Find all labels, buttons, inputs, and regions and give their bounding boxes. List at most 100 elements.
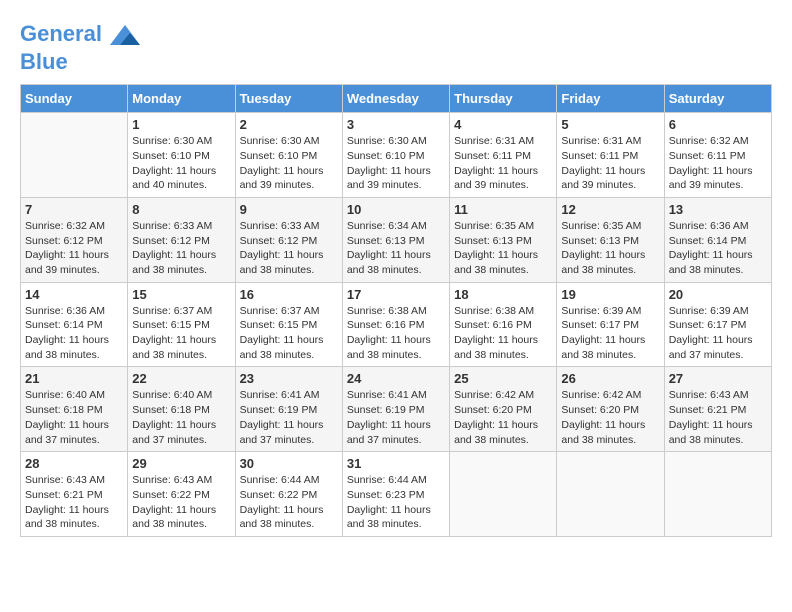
- day-info: Sunrise: 6:33 AM Sunset: 6:12 PM Dayligh…: [132, 219, 230, 278]
- day-cell: 11 Sunrise: 6:35 AM Sunset: 6:13 PM Dayli…: [450, 197, 557, 282]
- day-number: 3: [347, 117, 445, 132]
- day-cell: 20Sunrise: 6:39 AM Sunset: 6:17 PM Dayli…: [664, 282, 771, 367]
- day-cell: 3 Sunrise: 6:30 AM Sunset: 6:10 PM Daylig…: [342, 113, 449, 198]
- day-number: 10: [347, 202, 445, 217]
- logo-blue: Blue: [20, 50, 140, 74]
- day-number: 4: [454, 117, 552, 132]
- page-header: General Blue: [20, 20, 772, 74]
- day-info: Sunrise: 6:41 AM Sunset: 6:19 PM Dayligh…: [347, 388, 445, 447]
- week-row-1: 1 Sunrise: 6:30 AM Sunset: 6:10 PM Daylig…: [21, 113, 772, 198]
- day-number: 2: [240, 117, 338, 132]
- day-cell: 31 Sunrise: 6:44 AM Sunset: 6:23 PM Dayli…: [342, 452, 449, 537]
- day-info: Sunrise: 6:33 AM Sunset: 6:12 PM Dayligh…: [240, 219, 338, 278]
- week-row-2: 7 Sunrise: 6:32 AM Sunset: 6:12 PM Daylig…: [21, 197, 772, 282]
- day-info: Sunrise: 6:43 AM Sunset: 6:21 PM Dayligh…: [669, 388, 767, 447]
- day-number: 30: [240, 456, 338, 471]
- day-cell: 25Sunrise: 6:42 AM Sunset: 6:20 PM Dayli…: [450, 367, 557, 452]
- day-cell: [557, 452, 664, 537]
- day-info: Sunrise: 6:35 AM Sunset: 6:13 PM Dayligh…: [561, 219, 659, 278]
- day-cell: 10 Sunrise: 6:34 AM Sunset: 6:13 PM Dayli…: [342, 197, 449, 282]
- day-info: Sunrise: 6:37 AM Sunset: 6:15 PM Dayligh…: [132, 304, 230, 363]
- day-info: Sunrise: 6:43 AM Sunset: 6:22 PM Dayligh…: [132, 473, 230, 532]
- calendar-table: SundayMondayTuesdayWednesdayThursdayFrid…: [20, 84, 772, 537]
- day-number: 19: [561, 287, 659, 302]
- day-number: 20: [669, 287, 767, 302]
- day-number: 11: [454, 202, 552, 217]
- day-cell: 1Sunrise: 6:30 AM Sunset: 6:10 PM Daylig…: [128, 113, 235, 198]
- header-thursday: Thursday: [450, 85, 557, 113]
- day-info: Sunrise: 6:40 AM Sunset: 6:18 PM Dayligh…: [25, 388, 123, 447]
- day-cell: 22 Sunrise: 6:40 AM Sunset: 6:18 PM Dayli…: [128, 367, 235, 452]
- header-friday: Friday: [557, 85, 664, 113]
- day-info: Sunrise: 6:32 AM Sunset: 6:11 PM Dayligh…: [669, 134, 767, 193]
- day-cell: 12 Sunrise: 6:35 AM Sunset: 6:13 PM Dayli…: [557, 197, 664, 282]
- day-cell: [21, 113, 128, 198]
- week-row-3: 14 Sunrise: 6:36 AM Sunset: 6:14 PM Dayli…: [21, 282, 772, 367]
- logo-text: General: [20, 20, 140, 50]
- day-cell: 16Sunrise: 6:37 AM Sunset: 6:15 PM Dayli…: [235, 282, 342, 367]
- day-info: Sunrise: 6:31 AM Sunset: 6:11 PM Dayligh…: [561, 134, 659, 193]
- day-info: Sunrise: 6:38 AM Sunset: 6:16 PM Dayligh…: [454, 304, 552, 363]
- day-cell: 8 Sunrise: 6:33 AM Sunset: 6:12 PM Daylig…: [128, 197, 235, 282]
- day-info: Sunrise: 6:40 AM Sunset: 6:18 PM Dayligh…: [132, 388, 230, 447]
- day-info: Sunrise: 6:44 AM Sunset: 6:23 PM Dayligh…: [347, 473, 445, 532]
- day-info: Sunrise: 6:38 AM Sunset: 6:16 PM Dayligh…: [347, 304, 445, 363]
- day-number: 16: [240, 287, 338, 302]
- day-info: Sunrise: 6:35 AM Sunset: 6:13 PM Dayligh…: [454, 219, 552, 278]
- logo-general: General: [20, 21, 102, 46]
- day-cell: 21 Sunrise: 6:40 AM Sunset: 6:18 PM Dayli…: [21, 367, 128, 452]
- day-number: 12: [561, 202, 659, 217]
- header-saturday: Saturday: [664, 85, 771, 113]
- calendar-header-row: SundayMondayTuesdayWednesdayThursdayFrid…: [21, 85, 772, 113]
- day-number: 31: [347, 456, 445, 471]
- day-number: 29: [132, 456, 230, 471]
- day-info: Sunrise: 6:44 AM Sunset: 6:22 PM Dayligh…: [240, 473, 338, 532]
- day-info: Sunrise: 6:43 AM Sunset: 6:21 PM Dayligh…: [25, 473, 123, 532]
- day-cell: [450, 452, 557, 537]
- day-cell: 7 Sunrise: 6:32 AM Sunset: 6:12 PM Daylig…: [21, 197, 128, 282]
- day-info: Sunrise: 6:41 AM Sunset: 6:19 PM Dayligh…: [240, 388, 338, 447]
- day-number: 1: [132, 117, 230, 132]
- day-info: Sunrise: 6:34 AM Sunset: 6:13 PM Dayligh…: [347, 219, 445, 278]
- day-number: 22: [132, 371, 230, 386]
- day-cell: 6 Sunrise: 6:32 AM Sunset: 6:11 PM Daylig…: [664, 113, 771, 198]
- day-cell: 30 Sunrise: 6:44 AM Sunset: 6:22 PM Dayli…: [235, 452, 342, 537]
- day-info: Sunrise: 6:36 AM Sunset: 6:14 PM Dayligh…: [669, 219, 767, 278]
- day-number: 8: [132, 202, 230, 217]
- day-number: 23: [240, 371, 338, 386]
- header-sunday: Sunday: [21, 85, 128, 113]
- day-info: Sunrise: 6:36 AM Sunset: 6:14 PM Dayligh…: [25, 304, 123, 363]
- day-number: 24: [347, 371, 445, 386]
- day-number: 7: [25, 202, 123, 217]
- day-number: 28: [25, 456, 123, 471]
- day-cell: 15Sunrise: 6:37 AM Sunset: 6:15 PM Dayli…: [128, 282, 235, 367]
- header-tuesday: Tuesday: [235, 85, 342, 113]
- day-number: 18: [454, 287, 552, 302]
- logo: General Blue: [20, 20, 140, 74]
- day-number: 17: [347, 287, 445, 302]
- day-number: 26: [561, 371, 659, 386]
- day-cell: 13Sunrise: 6:36 AM Sunset: 6:14 PM Dayli…: [664, 197, 771, 282]
- header-wednesday: Wednesday: [342, 85, 449, 113]
- day-info: Sunrise: 6:42 AM Sunset: 6:20 PM Dayligh…: [561, 388, 659, 447]
- day-info: Sunrise: 6:31 AM Sunset: 6:11 PM Dayligh…: [454, 134, 552, 193]
- day-cell: 26 Sunrise: 6:42 AM Sunset: 6:20 PM Dayli…: [557, 367, 664, 452]
- day-cell: 4 Sunrise: 6:31 AM Sunset: 6:11 PM Daylig…: [450, 113, 557, 198]
- day-cell: 29 Sunrise: 6:43 AM Sunset: 6:22 PM Dayli…: [128, 452, 235, 537]
- day-number: 6: [669, 117, 767, 132]
- day-info: Sunrise: 6:32 AM Sunset: 6:12 PM Dayligh…: [25, 219, 123, 278]
- logo-icon: [110, 20, 140, 50]
- week-row-5: 28 Sunrise: 6:43 AM Sunset: 6:21 PM Dayli…: [21, 452, 772, 537]
- day-number: 21: [25, 371, 123, 386]
- day-cell: 2Sunrise: 6:30 AM Sunset: 6:10 PM Daylig…: [235, 113, 342, 198]
- day-number: 9: [240, 202, 338, 217]
- day-cell: 9 Sunrise: 6:33 AM Sunset: 6:12 PM Daylig…: [235, 197, 342, 282]
- day-cell: [664, 452, 771, 537]
- day-info: Sunrise: 6:30 AM Sunset: 6:10 PM Dayligh…: [347, 134, 445, 193]
- day-cell: 14 Sunrise: 6:36 AM Sunset: 6:14 PM Dayli…: [21, 282, 128, 367]
- day-cell: 28 Sunrise: 6:43 AM Sunset: 6:21 PM Dayli…: [21, 452, 128, 537]
- day-info: Sunrise: 6:42 AM Sunset: 6:20 PM Dayligh…: [454, 388, 552, 447]
- day-number: 14: [25, 287, 123, 302]
- day-cell: 18 Sunrise: 6:38 AM Sunset: 6:16 PM Dayli…: [450, 282, 557, 367]
- day-info: Sunrise: 6:39 AM Sunset: 6:17 PM Dayligh…: [561, 304, 659, 363]
